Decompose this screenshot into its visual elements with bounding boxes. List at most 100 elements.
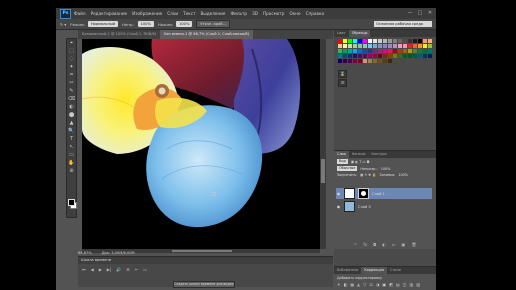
- swatch-73[interactable]: [418, 54, 422, 58]
- swatch-25[interactable]: [368, 44, 372, 48]
- swatch-63[interactable]: [368, 54, 372, 58]
- swatch-68[interactable]: [393, 54, 397, 58]
- swatch-31[interactable]: [398, 44, 402, 48]
- swatch-53[interactable]: [413, 49, 417, 53]
- swatch-82[interactable]: [368, 59, 372, 63]
- link-layers-icon[interactable]: ᵒᵒ: [354, 242, 357, 247]
- swatch-64[interactable]: [373, 54, 377, 58]
- tab-libraries[interactable]: Библиотеки: [334, 267, 361, 274]
- swatch-39[interactable]: [343, 49, 347, 53]
- adjustment-icon-12[interactable]: ▧: [416, 282, 420, 287]
- adjustment-icon-11[interactable]: ▥: [410, 282, 414, 287]
- swatch-58[interactable]: [343, 54, 347, 58]
- quick-select-tool-icon[interactable]: ✦: [67, 63, 76, 71]
- tab-channels[interactable]: Каналы: [349, 151, 369, 158]
- swatch-86[interactable]: [388, 59, 392, 63]
- swatch-36[interactable]: [423, 44, 427, 48]
- swatch-70[interactable]: [403, 54, 407, 58]
- vertical-scrollbar[interactable]: [320, 39, 326, 249]
- swatch-26[interactable]: [373, 44, 377, 48]
- swatch-38[interactable]: [338, 49, 342, 53]
- filter-icons[interactable]: ▣ ◐ T ▭ ◘: [351, 160, 369, 164]
- swatch-77[interactable]: [343, 59, 347, 63]
- adjustment-icon-4[interactable]: ▽: [363, 282, 366, 287]
- swatch-80[interactable]: [358, 59, 362, 63]
- swatch-35[interactable]: [418, 44, 422, 48]
- swatch-9[interactable]: [383, 39, 387, 43]
- swatch-19[interactable]: [338, 44, 342, 48]
- lock-icons[interactable]: ▦ ✎ ✥ 🔒: [360, 173, 376, 177]
- lasso-tool-icon[interactable]: ◌: [67, 55, 76, 63]
- swatch-44[interactable]: [368, 49, 372, 53]
- tab-swatches[interactable]: Образцы: [348, 30, 371, 37]
- swatch-13[interactable]: [403, 39, 407, 43]
- swatch-33[interactable]: [408, 44, 412, 48]
- menu-image[interactable]: Изображение: [132, 11, 162, 16]
- swatch-22[interactable]: [353, 44, 357, 48]
- previous-frame-icon[interactable]: ◀: [91, 267, 94, 272]
- swatch-8[interactable]: [378, 39, 382, 43]
- adjustment-icon-9[interactable]: ▤: [396, 282, 400, 287]
- opacity-input[interactable]: 100%: [137, 21, 154, 27]
- swatch-4[interactable]: [358, 39, 362, 43]
- swatch-2[interactable]: [348, 39, 352, 43]
- audio-icon[interactable]: 🔊: [116, 267, 121, 272]
- swatch-15[interactable]: [413, 39, 417, 43]
- swatch-67[interactable]: [388, 54, 392, 58]
- gradient-tool-icon[interactable]: ◐: [67, 103, 76, 111]
- foreground-color-swatch[interactable]: [68, 199, 75, 206]
- vertical-scroll-thumb[interactable]: [321, 159, 325, 183]
- group-icon[interactable]: ▭: [392, 242, 396, 247]
- blur-tool-icon[interactable]: ⬤: [67, 111, 76, 119]
- layer-row-0[interactable]: ◉ Слой 0: [336, 201, 432, 212]
- close-button[interactable]: ✕: [427, 10, 433, 16]
- zoom-level[interactable]: 66,67%: [78, 251, 92, 255]
- swatch-12[interactable]: [398, 39, 402, 43]
- slice-tool-icon[interactable]: ✂: [67, 79, 76, 87]
- swatch-18[interactable]: [428, 39, 432, 43]
- zoom-view-tool-icon[interactable]: ⊕: [67, 167, 76, 175]
- swatch-20[interactable]: [343, 44, 347, 48]
- swatch-43[interactable]: [363, 49, 367, 53]
- move-tool-icon[interactable]: ⌖: [67, 39, 76, 47]
- swatch-27[interactable]: [378, 44, 382, 48]
- path-select-tool-icon[interactable]: ↖: [67, 143, 76, 151]
- doc-tab-1[interactable]: Безымянный-1 @ 100% (Слой 1, RGB/8): [78, 30, 160, 39]
- swatch-41[interactable]: [353, 49, 357, 53]
- swatch-71[interactable]: [408, 54, 412, 58]
- swatch-48[interactable]: [388, 49, 392, 53]
- layer-name[interactable]: Слой 0: [358, 205, 371, 209]
- maximize-button[interactable]: □: [417, 10, 423, 16]
- swatch-37[interactable]: [428, 44, 432, 48]
- swatch-75[interactable]: [428, 54, 432, 58]
- swatch-0[interactable]: [338, 39, 342, 43]
- swatch-79[interactable]: [353, 59, 357, 63]
- mode-select[interactable]: Нормальный: [87, 21, 119, 27]
- swatch-49[interactable]: [393, 49, 397, 53]
- menu-edit[interactable]: Редактирование: [91, 11, 128, 16]
- layer-kind-filter[interactable]: Вид: [337, 159, 348, 164]
- swatch-81[interactable]: [363, 59, 367, 63]
- adjustment-icon-8[interactable]: ◩: [389, 282, 393, 287]
- menu-layer[interactable]: Слои: [167, 11, 178, 16]
- layer-opacity-value[interactable]: 100%: [381, 167, 391, 171]
- fill-value[interactable]: 100%: [398, 173, 408, 177]
- adjustment-icon-5[interactable]: ⚖: [369, 282, 373, 287]
- visibility-eye-icon[interactable]: ◉: [336, 191, 341, 196]
- adjustment-icon-3[interactable]: ◭: [357, 282, 360, 287]
- adjustment-icon-10[interactable]: ◫: [403, 282, 407, 287]
- swatch-84[interactable]: [378, 59, 382, 63]
- go-to-first-frame-icon[interactable]: ⏮: [82, 267, 86, 272]
- adjustment-layer-icon[interactable]: ◐: [382, 242, 386, 247]
- swatch-29[interactable]: [388, 44, 392, 48]
- swatch-17[interactable]: [423, 39, 427, 43]
- swatch-30[interactable]: [393, 44, 397, 48]
- refine-edge-button[interactable]: Уточн. край...: [196, 20, 231, 28]
- hand-tool-icon[interactable]: ✋: [67, 159, 76, 167]
- next-frame-icon[interactable]: ▶|: [107, 267, 111, 272]
- new-layer-icon[interactable]: ▣: [402, 242, 406, 247]
- swatch-1[interactable]: [343, 39, 347, 43]
- swatch-42[interactable]: [358, 49, 362, 53]
- swatch-11[interactable]: [393, 39, 397, 43]
- swatch-62[interactable]: [363, 54, 367, 58]
